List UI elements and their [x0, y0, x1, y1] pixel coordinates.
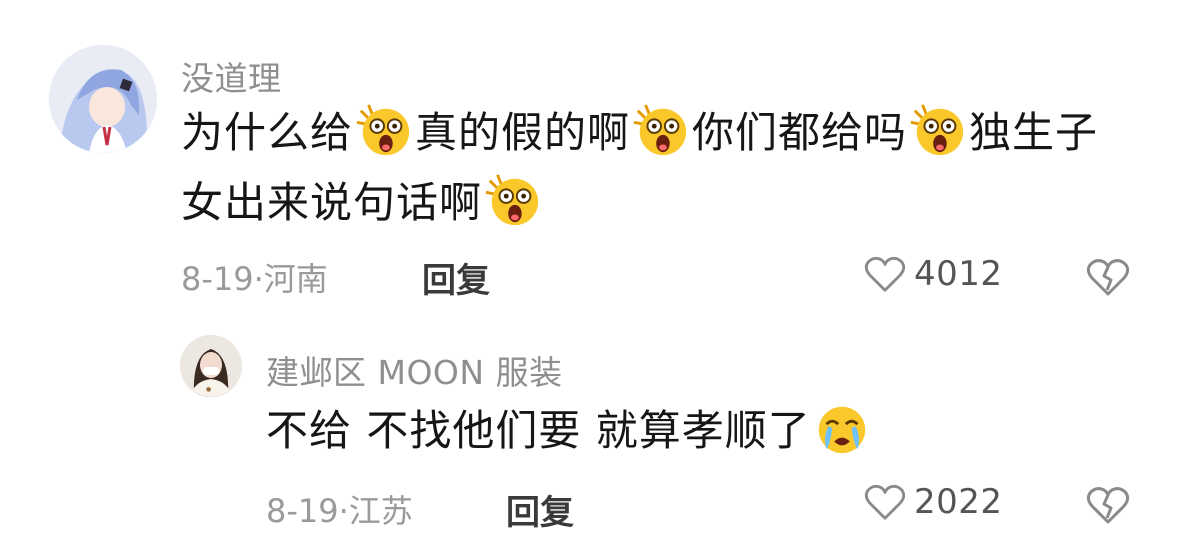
- shocked-face-emoji: [355, 101, 413, 159]
- reply-button[interactable]: 回复: [506, 485, 574, 534]
- svg-text:●: ●: [206, 386, 211, 393]
- broken-heart-icon: [1086, 259, 1130, 296]
- anime-girl-avatar-image: [49, 45, 157, 153]
- comment-1: 没道理 为什么给 真的假的啊 你们都给吗 独生子女出来说句话啊 8-19·河南 回复 …: [0, 0, 1179, 310]
- username[interactable]: 建邺区 MOON 服装: [266, 346, 563, 394]
- woman-avatar-image: ●: [180, 335, 242, 397]
- comment-meta: 8-19·河南: [181, 254, 328, 300]
- comment-meta: 8-19·江苏: [266, 486, 413, 532]
- dislike-button[interactable]: [1086, 256, 1130, 298]
- comment-text-segment: 你们都给吗: [692, 108, 908, 157]
- reply-button[interactable]: 回复: [422, 253, 490, 302]
- meta-separator: ·: [253, 260, 264, 298]
- heart-icon: [864, 484, 906, 520]
- dislike-button[interactable]: [1086, 484, 1130, 526]
- heart-icon: [864, 256, 906, 292]
- broken-heart-icon: [1086, 487, 1130, 524]
- shocked-face-emoji: [909, 101, 967, 159]
- comment-text: 为什么给 真的假的啊 你们都给吗 独生子女出来说句话啊: [181, 98, 1141, 238]
- comment-text-segment: 为什么给: [181, 108, 354, 157]
- user-avatar[interactable]: [49, 45, 157, 153]
- username[interactable]: 没道理: [181, 52, 282, 100]
- crying-face-emoji: [813, 399, 871, 457]
- shocked-face-emoji: [484, 171, 542, 229]
- comment-date: 8-19: [266, 492, 339, 530]
- comment-text: 不给 不找他们要 就算孝顺了: [266, 396, 1126, 466]
- comment-location: 河南: [263, 260, 328, 298]
- shocked-face-emoji: [632, 101, 690, 159]
- comment-text-segment: 不给 不找他们要 就算孝顺了: [266, 406, 811, 455]
- comment-2: ● 建邺区 MOON 服装 不给 不找他们要 就算孝顺了 8-19·江苏 回复 …: [0, 310, 1179, 538]
- like-count: 4012: [914, 254, 1003, 294]
- like-count: 2022: [914, 482, 1003, 522]
- comment-text-segment: 真的假的啊: [415, 108, 631, 157]
- meta-separator: ·: [338, 492, 349, 530]
- like-button[interactable]: 2022: [864, 482, 1003, 522]
- comment-date: 8-19: [181, 260, 254, 298]
- like-button[interactable]: 4012: [864, 254, 1003, 294]
- comment-location: 江苏: [348, 492, 413, 530]
- user-avatar[interactable]: ●: [180, 335, 242, 397]
